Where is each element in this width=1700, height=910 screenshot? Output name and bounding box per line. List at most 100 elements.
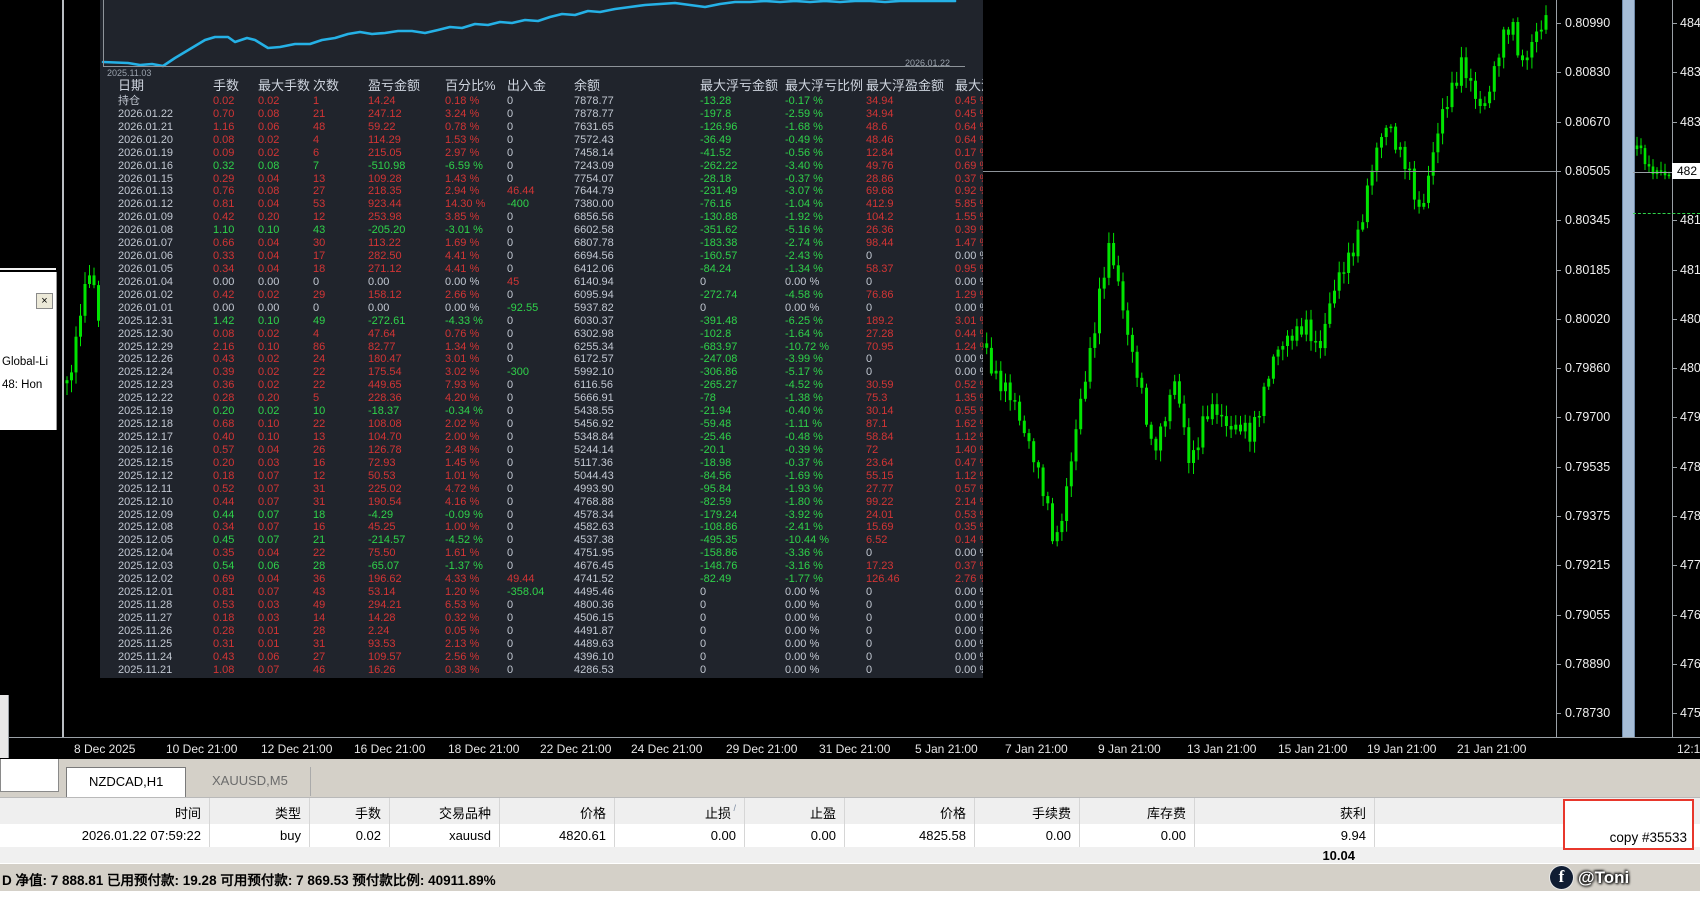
open-position-row[interactable]: 2026.01.22 07:59:22 buy 0.02 xauusd 4820.61 0… bbox=[0, 824, 1700, 848]
stats-row: 2025.12.02 0.69 0.04 36 196.62 4.33 % 49.44 474… bbox=[118, 573, 983, 586]
time-label: 19 Jan 21:00 bbox=[1367, 742, 1437, 756]
trade-cell: xauusd bbox=[390, 824, 500, 847]
stats-row: 2026.01.07 0.66 0.04 30 113.22 1.69 % 0 6807.78… bbox=[118, 237, 983, 250]
trade-cell: buy bbox=[210, 824, 310, 847]
price-label: 0.79215 bbox=[1565, 558, 1611, 572]
price-label: 484 bbox=[1680, 16, 1700, 30]
time-label: 15 Jan 21:00 bbox=[1278, 742, 1348, 756]
stats-row: 持仓 0.02 0.02 1 14.24 0.18 % 0 7878.77 -13.28 -0.1… bbox=[118, 95, 983, 107]
stats-row: 2025.12.01 0.81 0.07 43 53.14 1.20 % -358.04 44… bbox=[118, 586, 983, 599]
stats-row: 2026.01.01 0.00 0.00 0 0.00 0.00 % -92.55 5937.… bbox=[118, 301, 983, 314]
stats-row: 2026.01.04 0.00 0.00 0 0.00 0.00 % 45 6140.94 0 0… bbox=[118, 275, 983, 288]
left-scrollbar-fragment[interactable] bbox=[0, 695, 9, 758]
trade-header-cell[interactable]: 价格 bbox=[500, 798, 615, 824]
trade-header-cell[interactable]: 时间 bbox=[0, 798, 210, 824]
total-profit: 10.04 bbox=[1322, 848, 1355, 863]
time-label: 5 Jan 21:00 bbox=[915, 742, 978, 756]
stats-row: 2025.11.26 0.28 0.01 28 2.24 0.05 % 0 4491.87 0 0… bbox=[118, 624, 983, 637]
stats-row: 2025.12.05 0.45 0.07 21 -214.57 -4.52 % 0 4537.… bbox=[118, 534, 983, 547]
stats-row: 2025.12.23 0.36 0.02 22 449.65 7.93 % 0 6116.56… bbox=[118, 379, 983, 392]
dialog-text-line1: Global-Li bbox=[2, 356, 49, 368]
window-splitter-scrollbar[interactable] bbox=[1622, 0, 1635, 737]
stats-row: 2026.01.15 0.29 0.04 13 109.28 1.43 % 0 7754.07… bbox=[118, 172, 983, 185]
chart-area: 2025.11.03 2026.01.22 日期 手数 最大手数 次数 盈亏金额 百分比%… bbox=[0, 0, 1700, 737]
price-label: 476 bbox=[1680, 657, 1700, 671]
trade-header-cell[interactable]: 交易品种 bbox=[390, 798, 500, 824]
time-label: 12:10 bbox=[1677, 742, 1700, 756]
trade-cell: 0.00 bbox=[975, 824, 1080, 847]
time-label: 13 Jan 21:00 bbox=[1187, 742, 1257, 756]
price-label: 0.79700 bbox=[1565, 410, 1611, 424]
time-label: 7 Jan 21:00 bbox=[1005, 742, 1068, 756]
time-label: 24 Dec 21:00 bbox=[631, 742, 703, 756]
time-label: 16 Dec 21:00 bbox=[354, 742, 426, 756]
time-label: 22 Dec 21:00 bbox=[540, 742, 612, 756]
trade-header-cell[interactable]: 止损 / bbox=[615, 798, 745, 824]
stats-row: 2025.12.10 0.44 0.07 31 190.54 4.16 % 0 4768.88… bbox=[118, 495, 983, 508]
price-label: 0.80990 bbox=[1565, 16, 1611, 30]
tab-xauusd-m5[interactable]: XAUUSD,M5 bbox=[190, 767, 311, 796]
equity-curve-chart bbox=[101, 0, 957, 68]
current-price-line bbox=[980, 171, 1556, 172]
watermark-handle: @Toni bbox=[1578, 867, 1630, 887]
daily-stats-table: 日期 手数 最大手数 次数 盈亏金额 百分比% 出入金 余额 最大浮亏金额 最大浮亏比例 最大浮盈金… bbox=[118, 78, 983, 676]
window-edge-divider bbox=[62, 0, 64, 737]
price-axis-xauusd: 484 483 483 482 481 481 480 480 479 478 478 477 476 4… bbox=[1672, 0, 1700, 737]
stats-row: 2026.01.22 0.70 0.08 21 247.12 3.24 % 0 7878.77… bbox=[118, 107, 983, 120]
stats-row: 2026.01.16 0.32 0.08 7 -510.98 -6.59 % 0 7243.0… bbox=[118, 159, 983, 172]
equity-y-axis bbox=[103, 0, 104, 66]
trade-table-header: 时间 类型 手数 交易品种 价格 止损 / 止盈 价格 手续费 库存费 获利 bbox=[0, 797, 1700, 825]
stats-row: 2025.12.04 0.35 0.04 22 75.50 1.61 % 0 4751.95-… bbox=[118, 547, 983, 560]
dialog-text-line2: 48: Hon bbox=[2, 379, 43, 391]
price-label: 476 bbox=[1680, 608, 1700, 622]
mini-current-price-line bbox=[1633, 172, 1672, 173]
price-label: 483 bbox=[1680, 65, 1700, 79]
trade-header-cell[interactable]: 类型 bbox=[210, 798, 310, 824]
stats-row: 2025.12.22 0.28 0.20 5 228.36 4.20 % 0 5666.91-… bbox=[118, 392, 983, 405]
trade-cell: 4825.58 bbox=[845, 824, 975, 847]
trade-header-cell[interactable]: 止盈 bbox=[745, 798, 845, 824]
totals-row: 10.04 bbox=[0, 847, 1700, 863]
trade-cell: 0.02 bbox=[310, 824, 390, 847]
trade-header-cell[interactable]: 库存费 bbox=[1080, 798, 1195, 824]
stats-row: 2025.12.24 0.39 0.02 22 175.54 3.02 % -300 5992… bbox=[118, 366, 983, 379]
stats-row: 2026.01.12 0.81 0.04 53 923.44 14.30 % -400 738… bbox=[118, 198, 983, 211]
trade-header-cell[interactable]: 价格 bbox=[845, 798, 975, 824]
stats-row: 2025.12.11 0.52 0.07 31 225.02 4.72 % 0 4993.90… bbox=[118, 482, 983, 495]
price-label: 481 bbox=[1680, 263, 1700, 277]
stats-row: 2025.12.12 0.18 0.07 12 50.53 1.01 % 0 5044.43-… bbox=[118, 469, 983, 482]
time-axis: 8 Dec 2025 10 Dec 21:00 12 Dec 21:00 16 Dec… bbox=[0, 737, 1700, 759]
trade-header-cell[interactable]: 获利 bbox=[1195, 798, 1375, 824]
navigator-corner-panel bbox=[0, 758, 59, 792]
close-icon[interactable]: × bbox=[36, 293, 53, 309]
price-label: 0.78730 bbox=[1565, 706, 1611, 720]
mini-order-line bbox=[1633, 213, 1700, 214]
stats-header-row: 日期 手数 最大手数 次数 盈亏金额 百分比% 出入金 余额 最大浮亏金额 最大浮亏比例 最大浮盈金… bbox=[118, 78, 983, 93]
price-label: 480 bbox=[1680, 361, 1700, 375]
price-label: 0.79535 bbox=[1565, 460, 1611, 474]
stats-row: 2025.12.19 0.20 0.02 10 -18.37 -0.34 % 0 5438.5… bbox=[118, 405, 983, 418]
dialog-edge bbox=[0, 268, 56, 270]
time-label: 12 Dec 21:00 bbox=[261, 742, 333, 756]
equity-end-date: 2026.01.22 bbox=[905, 58, 951, 68]
stats-row: 2025.12.17 0.40 0.10 13 104.70 2.00 % 0 5348.84… bbox=[118, 430, 983, 443]
watermark: f @Toni bbox=[1550, 864, 1629, 891]
price-label: 0.79055 bbox=[1565, 608, 1611, 622]
mini-current-price-label: 482 bbox=[1672, 163, 1700, 179]
mt4-terminal-window: 2025.11.03 2026.01.22 日期 手数 最大手数 次数 盈亏金额 百分比%… bbox=[0, 0, 1700, 910]
time-label: 8 Dec 2025 bbox=[74, 742, 136, 756]
price-label: 479 bbox=[1680, 410, 1700, 424]
time-label: 18 Dec 21:00 bbox=[448, 742, 520, 756]
trade-header-cell[interactable]: 手数 bbox=[310, 798, 390, 824]
stats-row: 2025.12.31 1.42 0.10 49 -272.61 -4.33 % 0 6030.… bbox=[118, 314, 983, 327]
tab-nzdcad-h1[interactable]: NZDCAD,H1 bbox=[66, 767, 187, 797]
stats-row: 2025.12.15 0.20 0.03 16 72.93 1.45 % 0 5117.36-… bbox=[118, 456, 983, 469]
trade-header-cell[interactable]: 手续费 bbox=[975, 798, 1080, 824]
stats-row: 2025.12.30 0.08 0.02 4 47.64 0.76 % 0 6302.98 -1… bbox=[118, 327, 983, 340]
trade-cell: 4820.61 bbox=[500, 824, 615, 847]
price-label: 478 bbox=[1680, 509, 1700, 523]
time-label: 29 Dec 21:00 bbox=[726, 742, 798, 756]
facebook-icon: f bbox=[1550, 866, 1573, 889]
price-label: 475 bbox=[1680, 706, 1700, 720]
trade-cell: 0.00 bbox=[615, 824, 745, 847]
